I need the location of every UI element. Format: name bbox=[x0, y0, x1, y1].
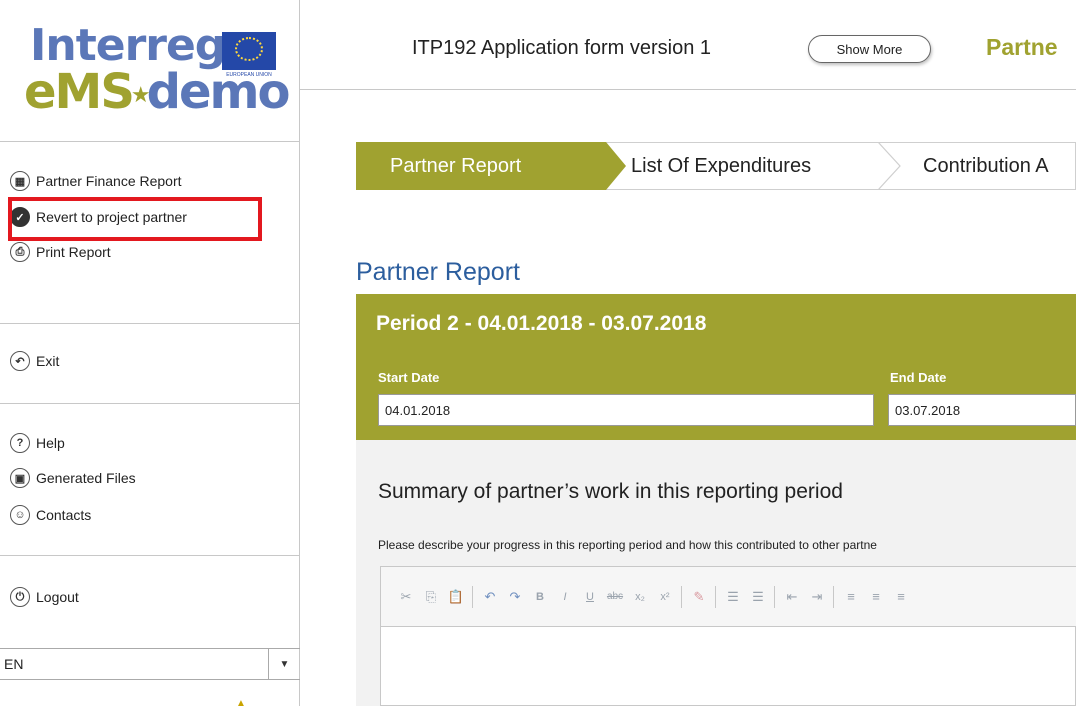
menu-label: Logout bbox=[36, 589, 79, 605]
remove-format-icon[interactable]: ✎ bbox=[688, 586, 710, 608]
exit-link[interactable]: ↶ Exit bbox=[10, 350, 59, 372]
logo-ems: eMS bbox=[24, 64, 135, 120]
menu-label: Partner Finance Report bbox=[36, 173, 182, 189]
end-date-label: End Date bbox=[890, 370, 947, 385]
check-circle-icon: ✓ bbox=[10, 207, 30, 227]
toolbar-separator bbox=[472, 585, 473, 608]
period-panel: Period 2 - 04.01.2018 - 03.07.2018 Start… bbox=[356, 294, 1076, 440]
align-right-icon[interactable]: ≡ bbox=[890, 586, 912, 608]
step-label: Partner Report bbox=[390, 154, 522, 177]
align-center-icon[interactable]: ≡ bbox=[865, 586, 887, 608]
menu-label: Exit bbox=[36, 353, 60, 369]
decrease-indent-icon[interactable]: ⇤ bbox=[781, 586, 803, 608]
sidebar-divider bbox=[0, 323, 300, 324]
step-label: Contribution A bbox=[923, 154, 1049, 177]
summary-title: Summary of partner’s work in this report… bbox=[378, 480, 843, 503]
section-title: Partner Report bbox=[356, 258, 520, 286]
toolbar-separator bbox=[715, 585, 716, 608]
undo-icon: ↶ bbox=[10, 351, 30, 371]
eu-flag-icon: EUROPEAN UNION bbox=[222, 32, 276, 78]
generated-files-link[interactable]: ▣ Generated Files bbox=[10, 467, 136, 489]
toolbar-separator bbox=[774, 585, 775, 608]
bulleted-list-icon[interactable]: ☰ bbox=[747, 586, 769, 608]
top-bar: ITP192 Application form version 1 Show M… bbox=[300, 0, 1076, 90]
copy-icon[interactable]: ⎘ bbox=[420, 586, 442, 608]
language-select[interactable]: EN ▼ bbox=[0, 648, 300, 680]
partner-heading-truncated: Partne bbox=[986, 34, 1058, 60]
save-icon: ▣ bbox=[10, 468, 30, 488]
align-left-icon[interactable]: ≡ bbox=[840, 586, 862, 608]
cut-icon[interactable]: ✂ bbox=[395, 586, 417, 608]
strikethrough-icon[interactable]: abc bbox=[604, 586, 626, 608]
show-more-button[interactable]: Show More bbox=[808, 35, 931, 63]
menu-label: Help bbox=[36, 435, 65, 451]
sidebar: Interreg eMS★demo EUROPEAN UNION ▦ Partn… bbox=[0, 0, 300, 706]
numbered-list-icon[interactable]: ☰ bbox=[722, 586, 744, 608]
menu-label: Print Report bbox=[36, 244, 111, 260]
rich-text-editor: ✂ ⎘ 📋 ↶ ↷ B I U abc x₂ x² ✎ ☰ ☰ ⇤ ⇥ ≡ ≡ … bbox=[380, 566, 1076, 706]
interreg-ems-logo: Interreg eMS★demo EUROPEAN UNION bbox=[24, 20, 294, 120]
menu-label: Revert to project partner bbox=[36, 209, 187, 225]
logo-star: ★ bbox=[130, 83, 151, 108]
subscript-icon[interactable]: x₂ bbox=[629, 586, 651, 608]
editor-text-area[interactable] bbox=[381, 628, 1076, 706]
summary-description: Please describe your progress in this re… bbox=[378, 538, 877, 552]
step-partner-report[interactable]: Partner Report bbox=[356, 142, 626, 190]
bold-icon[interactable]: B bbox=[529, 586, 551, 608]
eu-caption: EUROPEAN UNION bbox=[226, 72, 272, 78]
end-date-input[interactable] bbox=[888, 394, 1076, 426]
table-icon: ▦ bbox=[10, 171, 30, 191]
question-icon: ? bbox=[10, 433, 30, 453]
paste-text-icon[interactable]: 📋 bbox=[445, 586, 467, 608]
revert-to-project-partner-link[interactable]: ✓ Revert to project partner bbox=[10, 206, 187, 228]
sidebar-divider bbox=[0, 555, 300, 556]
power-icon: ⏻ bbox=[10, 587, 30, 607]
menu-label: Generated Files bbox=[36, 470, 136, 486]
editor-toolbar: ✂ ⎘ 📋 ↶ ↷ B I U abc x₂ x² ✎ ☰ ☰ ⇤ ⇥ ≡ ≡ … bbox=[381, 567, 1076, 627]
toolbar-separator bbox=[681, 585, 682, 608]
step-list-of-expenditures[interactable]: List Of Expenditures bbox=[631, 142, 811, 190]
partner-finance-report-link[interactable]: ▦ Partner Finance Report bbox=[10, 170, 182, 192]
summary-panel: Summary of partner’s work in this report… bbox=[356, 440, 1076, 706]
period-title: Period 2 - 04.01.2018 - 03.07.2018 bbox=[376, 312, 707, 335]
superscript-icon[interactable]: x² bbox=[654, 586, 676, 608]
print-icon: ⎙ bbox=[10, 242, 30, 262]
chevron-down-icon[interactable]: ▼ bbox=[268, 648, 300, 680]
language-value: EN bbox=[4, 656, 24, 672]
help-link[interactable]: ? Help bbox=[10, 432, 65, 454]
start-date-label: Start Date bbox=[378, 370, 440, 385]
increase-indent-icon[interactable]: ⇥ bbox=[806, 586, 828, 608]
step-chevron-icon bbox=[877, 142, 901, 190]
undo-icon[interactable]: ↶ bbox=[479, 586, 501, 608]
logout-link[interactable]: ⏻ Logout bbox=[10, 586, 79, 608]
print-report-link[interactable]: ⎙ Print Report bbox=[10, 241, 111, 263]
underline-icon[interactable]: U bbox=[579, 586, 601, 608]
menu-label: Contacts bbox=[36, 507, 92, 523]
star-icon: ▲ bbox=[236, 698, 246, 706]
toolbar-separator bbox=[833, 585, 834, 608]
contacts-link[interactable]: ☺ Contacts bbox=[10, 504, 91, 526]
user-icon: ☺ bbox=[10, 505, 30, 525]
step-contribution[interactable]: Contribution A bbox=[923, 142, 1049, 190]
sidebar-divider bbox=[0, 403, 300, 404]
step-label: List Of Expenditures bbox=[631, 154, 812, 177]
report-wizard-steps: Partner Report List Of Expenditures Cont… bbox=[356, 142, 1076, 192]
italic-icon[interactable]: I bbox=[554, 586, 576, 608]
application-title: ITP192 Application form version 1 bbox=[412, 37, 712, 59]
sidebar-divider bbox=[0, 141, 300, 142]
eu-stars bbox=[235, 37, 263, 61]
start-date-input[interactable] bbox=[378, 394, 874, 426]
redo-icon[interactable]: ↷ bbox=[504, 586, 526, 608]
